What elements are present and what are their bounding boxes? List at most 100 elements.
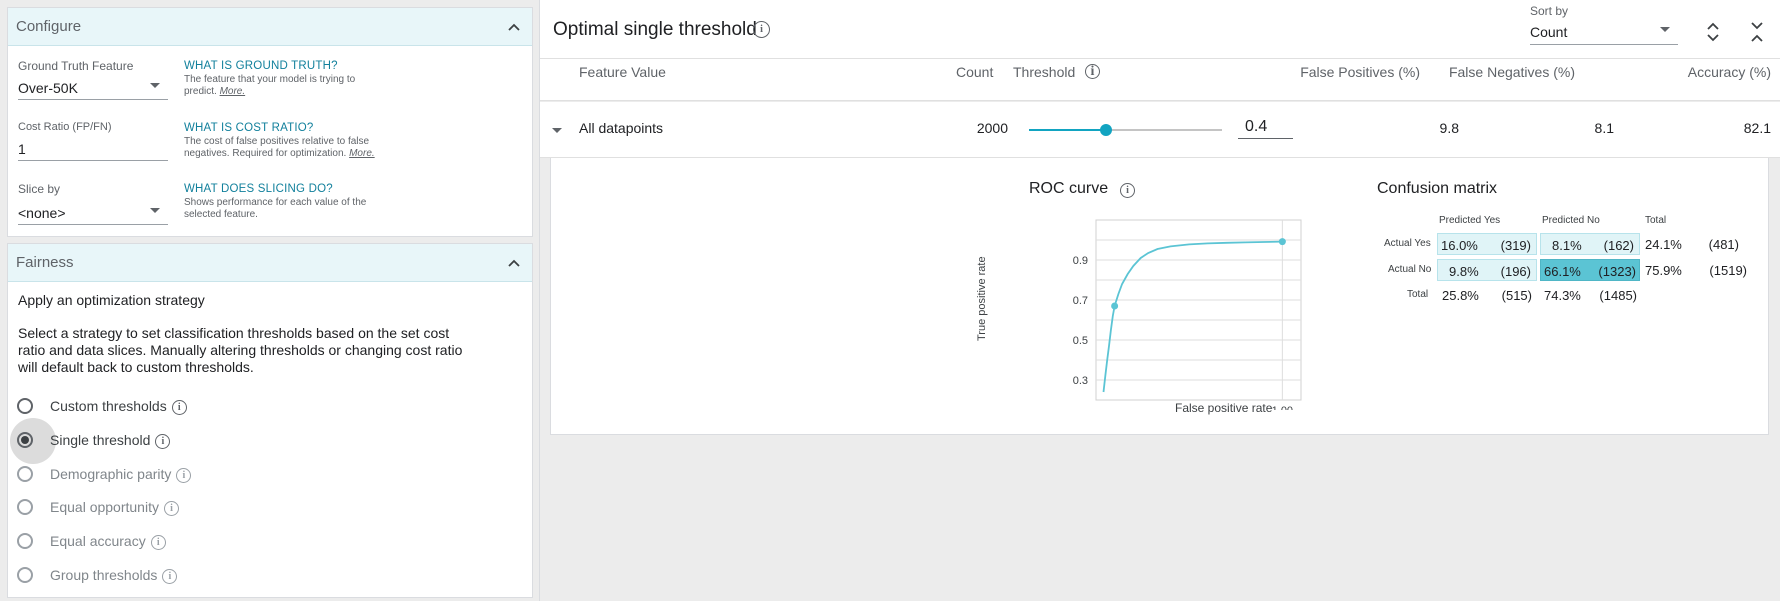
- radio-group-thresholds[interactable]: Group thresholds i: [17, 564, 217, 586]
- threshold-slider-thumb[interactable]: [1100, 124, 1113, 136]
- info-icon[interactable]: i: [171, 399, 187, 415]
- description-line: will default back to custom thresholds.: [18, 359, 254, 375]
- more-link[interactable]: More.: [220, 86, 246, 97]
- roc-ytick-label: 0.5: [1073, 335, 1088, 347]
- cm-pct: 74.3%: [1544, 288, 1581, 303]
- radio-label: Single threshold i: [50, 432, 171, 449]
- cm-pct: 16.0%: [1441, 238, 1478, 253]
- cm-count: (319): [1500, 238, 1531, 253]
- slice-by-label: Slice by: [18, 182, 61, 196]
- right-panel: Optimal single threshold i Sort by Count…: [539, 0, 1780, 601]
- info-icon[interactable]: i: [163, 500, 179, 516]
- radio-label-text: Single threshold: [50, 432, 151, 448]
- configure-card: Configure Ground Truth Feature Over-50K …: [7, 7, 533, 237]
- radio-label-text: Custom thresholds: [50, 398, 167, 414]
- radio-label: Custom thresholds i: [50, 398, 187, 415]
- radio-button[interactable]: [17, 499, 33, 515]
- sort-by-label: Sort by: [1530, 4, 1569, 18]
- slice-help-text: Shows performance for each value of the …: [184, 197, 366, 221]
- radio-button[interactable]: [17, 533, 33, 549]
- cm-count: (515): [1501, 288, 1532, 303]
- threshold-header: Optimal single threshold i Sort by Count: [540, 0, 1780, 59]
- cm-cell-total-yes: 24.1% (481): [1643, 233, 1743, 255]
- sort-by-select[interactable]: Count: [1530, 20, 1678, 45]
- col-count: Count: [956, 64, 994, 80]
- roc-chart: 0.9 0.7 0.5 0.3 1.00: [1073, 219, 1302, 410]
- ground-truth-value: Over-50K: [18, 80, 78, 96]
- dropdown-caret-icon: [1660, 27, 1670, 32]
- dropdown-caret-icon: [150, 83, 160, 88]
- cost-ratio-label: Cost Ratio (FP/FN): [18, 121, 112, 133]
- help-text-line: The feature that your model is trying to: [184, 74, 356, 85]
- threshold-slider-track[interactable]: [1029, 124, 1222, 136]
- radio-custom-thresholds[interactable]: Custom thresholds i: [17, 395, 217, 417]
- radio-label-text: Equal opportunity: [50, 499, 159, 515]
- row-count: 2000: [976, 120, 1008, 136]
- cm-col-predicted-yes: Predicted Yes: [1439, 215, 1501, 226]
- info-icon[interactable]: i: [155, 433, 171, 449]
- confusion-title: Confusion matrix: [1377, 180, 1498, 197]
- cm-row-total: Total: [1407, 289, 1429, 300]
- threshold-input[interactable]: 0.4: [1238, 115, 1293, 139]
- expand-all-icon[interactable]: [1706, 20, 1720, 44]
- cost-ratio-value: 1: [18, 141, 26, 157]
- cost-ratio-help-title: WHAT IS COST RATIO?: [184, 122, 314, 134]
- sort-by-value: Count: [1530, 24, 1568, 40]
- radio-demographic-parity[interactable]: Demographic parity i: [17, 463, 217, 485]
- roc-ytick-label: 0.3: [1073, 375, 1088, 387]
- roc-ytick-label: 0.7: [1073, 295, 1088, 307]
- cost-ratio-help-text: The cost of false positives relative to …: [184, 136, 375, 160]
- help-text-line: The cost of false positives relative to …: [184, 136, 370, 147]
- radio-button-selected[interactable]: [17, 432, 33, 448]
- radio-button[interactable]: [17, 567, 33, 583]
- radio-label: Group thresholds i: [50, 567, 178, 584]
- col-feature-value: Feature Value: [579, 64, 666, 80]
- expand-caret-icon[interactable]: [552, 128, 562, 133]
- radio-button[interactable]: [17, 398, 33, 414]
- threshold-value: 0.4: [1245, 118, 1268, 135]
- ground-truth-help-title: WHAT IS GROUND TRUTH?: [184, 60, 338, 72]
- info-icon[interactable]: i: [150, 534, 166, 550]
- ground-truth-select[interactable]: Over-50K: [18, 76, 168, 100]
- slice-by-select[interactable]: <none>: [18, 201, 168, 225]
- cm-cell-total-pred-yes: 25.8% (515): [1437, 284, 1537, 306]
- radio-equal-accuracy[interactable]: Equal accuracy i: [17, 530, 217, 552]
- row-accuracy: 82.1: [1743, 120, 1771, 136]
- more-link[interactable]: More.: [349, 148, 375, 159]
- cm-col-total: Total: [1645, 215, 1667, 226]
- info-icon[interactable]: i: [176, 467, 192, 483]
- fairness-title: Fairness: [16, 254, 74, 271]
- roc-ytick-label: 0.9: [1073, 255, 1088, 267]
- cm-col-predicted-no: Predicted No: [1542, 215, 1600, 226]
- cm-cell-total-no: 75.9% (1519): [1643, 259, 1747, 281]
- ground-truth-label: Ground Truth Feature: [18, 59, 134, 73]
- description-line: ratio and data slices. Manually altering…: [18, 342, 463, 358]
- description-line: Select a strategy to set classification …: [18, 325, 450, 341]
- table-row[interactable]: All datapoints 2000 0.4 9.8 8.1 82.1: [540, 102, 1780, 158]
- info-icon[interactable]: i: [162, 568, 178, 584]
- info-icon[interactable]: i: [1120, 183, 1135, 198]
- configure-header[interactable]: Configure: [8, 8, 532, 46]
- info-icon[interactable]: i: [1085, 64, 1100, 79]
- info-icon[interactable]: i: [753, 21, 770, 38]
- radio-equal-opportunity[interactable]: Equal opportunity i: [17, 496, 217, 518]
- radio-single-threshold[interactable]: Single threshold i: [17, 429, 217, 451]
- chevron-up-icon[interactable]: [506, 20, 522, 34]
- radio-label: Equal opportunity i: [50, 499, 179, 516]
- strategy-heading: Apply an optimization strategy: [18, 292, 205, 308]
- roc-point[interactable]: [1111, 302, 1119, 310]
- cm-count: (1485): [1599, 288, 1637, 303]
- radio-label: Equal accuracy i: [50, 533, 166, 550]
- chevron-up-icon[interactable]: [506, 256, 522, 270]
- collapse-all-icon[interactable]: [1750, 20, 1764, 44]
- roc-curve-line: [1102, 240, 1283, 393]
- roc-point[interactable]: [1278, 238, 1286, 246]
- cost-ratio-input[interactable]: 1: [18, 137, 168, 161]
- cm-cell-tp: 16.0% (319): [1437, 233, 1537, 255]
- cm-count: (1519): [1709, 263, 1747, 278]
- dropdown-caret-icon: [150, 208, 160, 213]
- fairness-header[interactable]: Fairness: [8, 244, 532, 282]
- cm-cell-total-pred-no: 74.3% (1485): [1540, 284, 1640, 306]
- radio-button[interactable]: [17, 466, 33, 482]
- left-panel: Configure Ground Truth Feature Over-50K …: [0, 0, 537, 601]
